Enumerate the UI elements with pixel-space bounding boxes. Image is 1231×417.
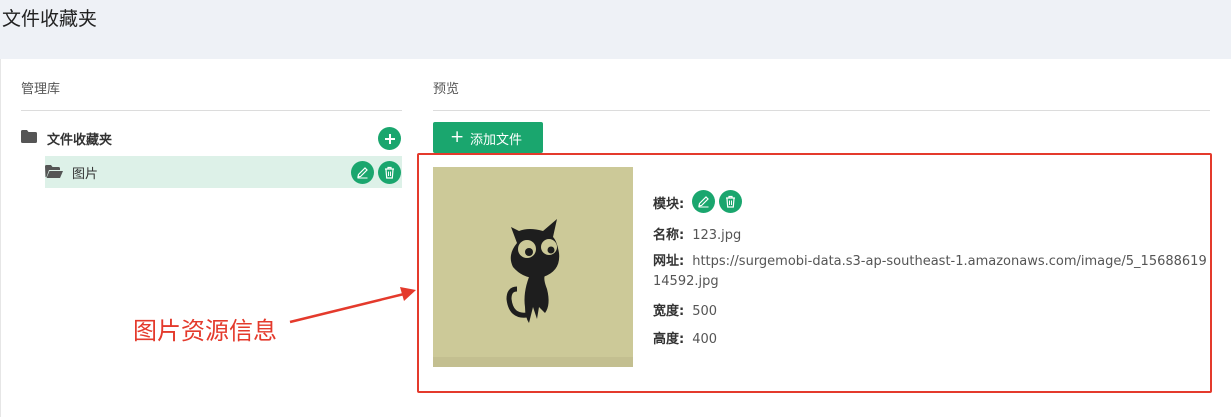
annotation-arrow-icon	[289, 287, 416, 324]
